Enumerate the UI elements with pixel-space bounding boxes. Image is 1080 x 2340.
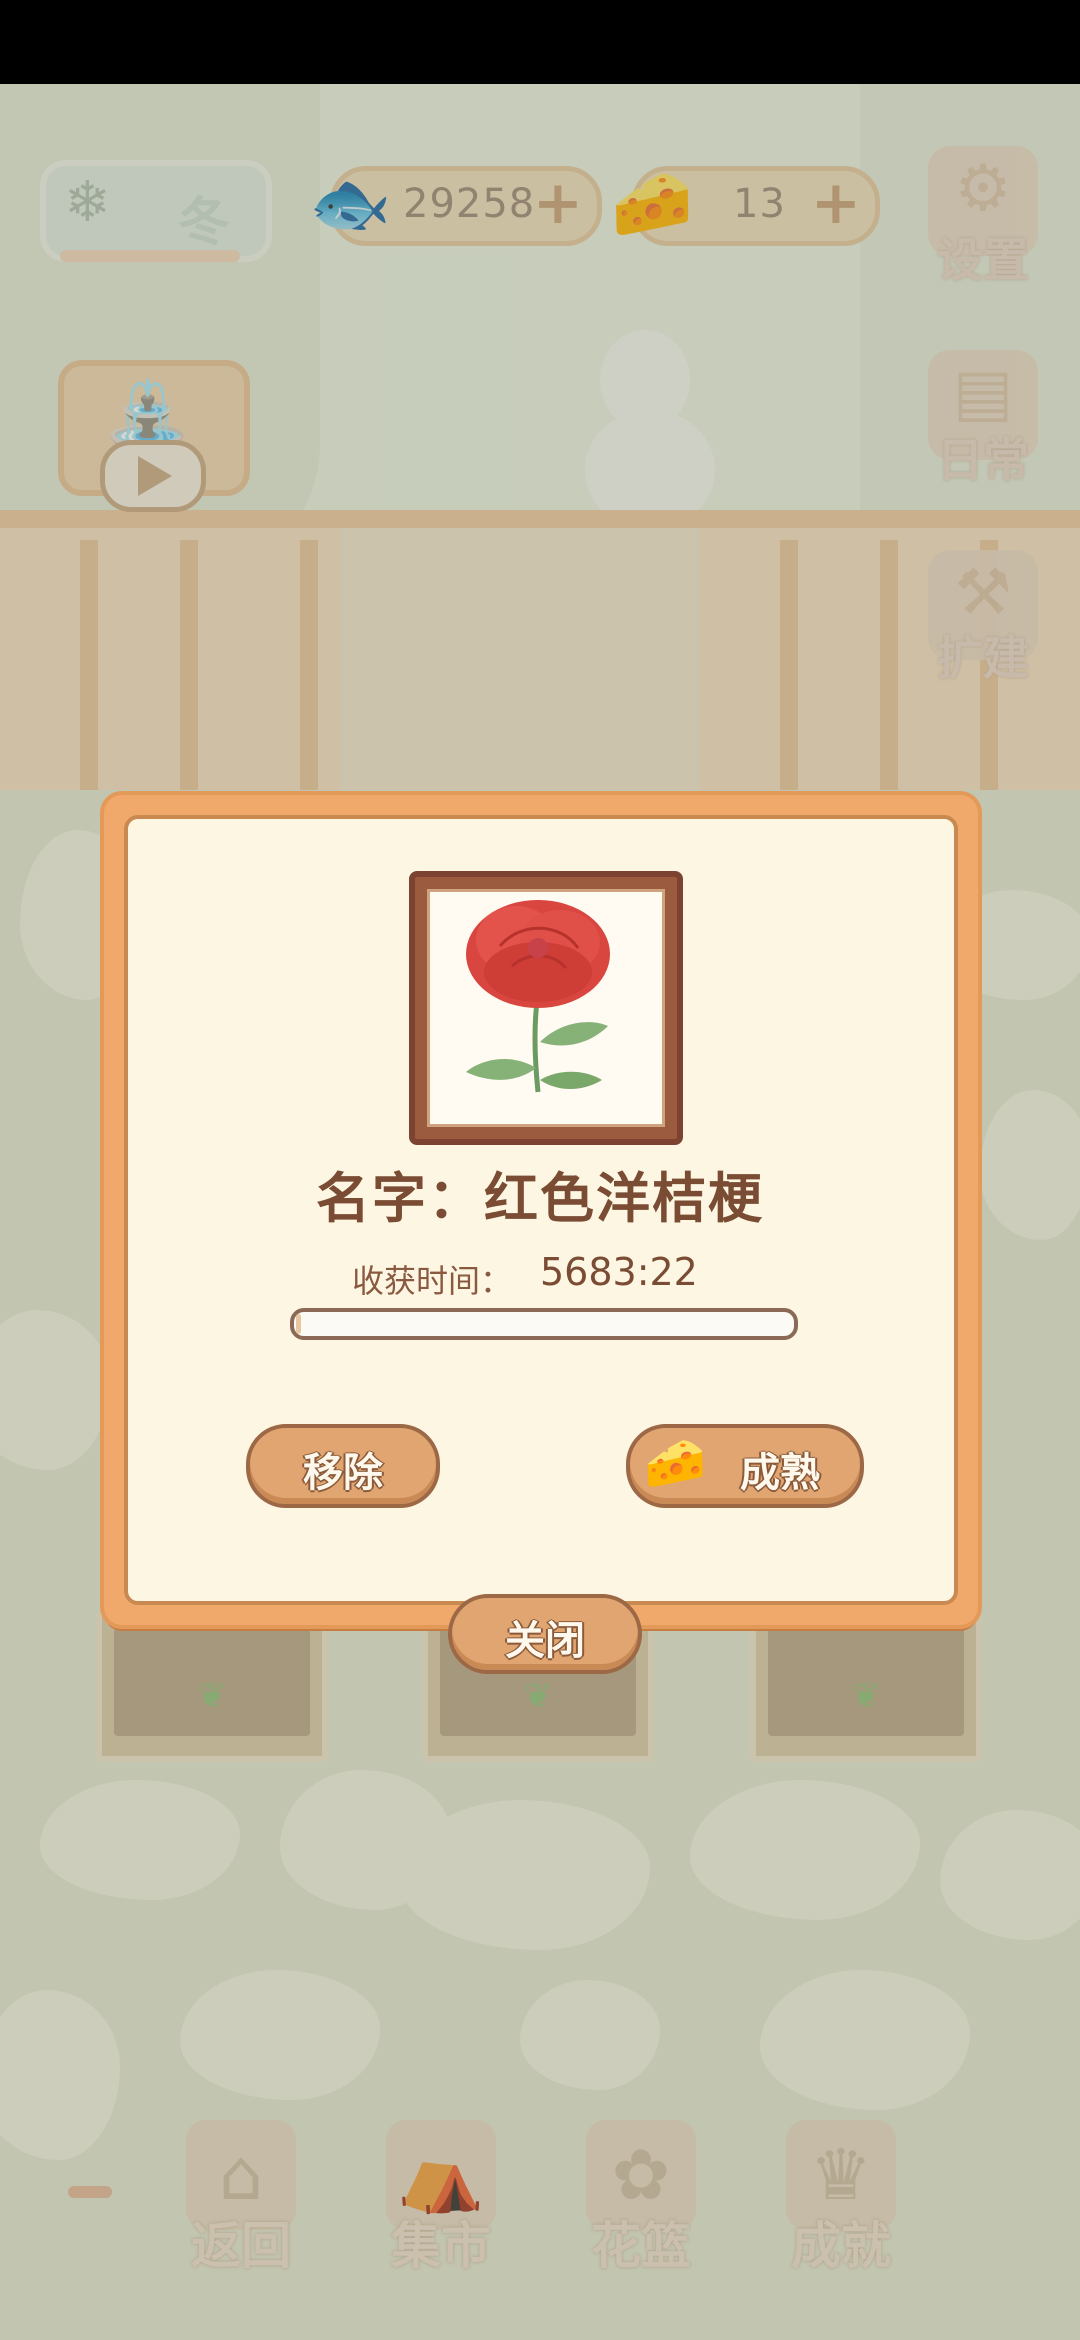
remove-label: 移除 (303, 1450, 383, 1496)
growth-progress-bar (290, 1308, 798, 1340)
status-bar (0, 0, 1080, 84)
mature-label: 成熟 (740, 1450, 820, 1496)
growth-progress-fill (296, 1314, 301, 1334)
red-eustoma-icon (427, 889, 665, 1127)
close-button[interactable]: 关闭 (448, 1594, 642, 1674)
close-label: 关闭 (505, 1618, 585, 1664)
flower-portrait (409, 871, 683, 1145)
remove-button[interactable]: 移除 (246, 1424, 440, 1508)
cheese-icon: 🧀 (644, 1434, 707, 1492)
game-screen: ❦ ❦ ❦ ❄ 冬 🐟 29258 + 🧀 13 + ⚙ 设置 ▤ 日常 ⚒ 扩… (0, 0, 1080, 2340)
mature-button[interactable]: 🧀 成熟 (626, 1424, 864, 1508)
harvest-time-label: 收获时间： (352, 1262, 513, 1300)
harvest-time-value: 5683:22 (540, 1250, 698, 1294)
plant-name: 名字：红色洋桔梗 (316, 1167, 764, 1230)
